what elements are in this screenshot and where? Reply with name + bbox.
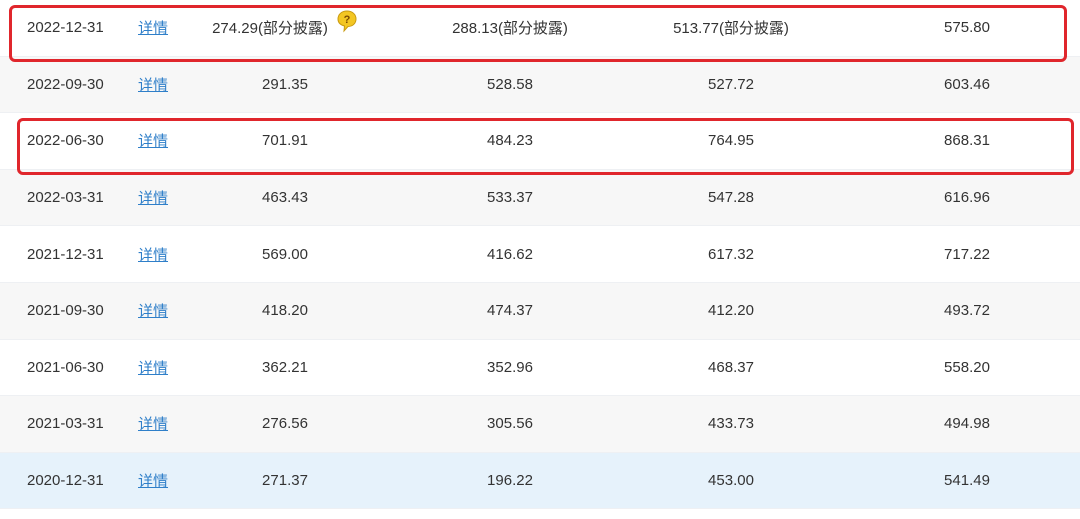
value-cell: 558.20	[944, 358, 990, 376]
value-cell: 484.23	[487, 132, 533, 150]
value-cell: 701.91	[262, 132, 308, 150]
details-link[interactable]: 详情	[138, 74, 168, 95]
svg-text:?: ?	[344, 14, 351, 26]
value-cell: 288.13(部分披露)	[452, 20, 568, 38]
value-cell: 717.22	[944, 245, 990, 263]
value-cell: 616.96	[944, 189, 990, 207]
value-cell: 291.35	[262, 75, 308, 93]
value-cell: 528.58	[487, 75, 533, 93]
value-cell: 533.37	[487, 189, 533, 207]
value-cell: 463.43	[262, 189, 308, 207]
table-row: 2021-03-31 详情 276.56 305.56 433.73 494.9…	[0, 396, 1080, 453]
table-row: 2022-06-30 详情 701.91 484.23 764.95 868.3…	[0, 113, 1080, 170]
value-cell: 575.80	[944, 19, 990, 37]
table-row: 2021-06-30 详情 362.21 352.96 468.37 558.2…	[0, 340, 1080, 397]
value-cell: 418.20	[262, 302, 308, 320]
value-cell: 617.32	[708, 245, 754, 263]
date-cell: 2022-03-31	[27, 189, 104, 207]
table-row: 2022-09-30 详情 291.35 528.58 527.72 603.4…	[0, 56, 1080, 114]
value-cell: 513.77(部分披露)	[673, 20, 789, 38]
value-cell: 276.56	[262, 415, 308, 433]
details-link[interactable]: 详情	[138, 187, 168, 208]
details-link[interactable]: 详情	[138, 300, 168, 321]
value-cell: 474.37	[487, 302, 533, 320]
value-cell: 764.95	[708, 132, 754, 150]
value-cell: 305.56	[487, 415, 533, 433]
date-cell: 2022-09-30	[27, 75, 104, 93]
data-table: 2022-12-31 详情 274.29(部分披露) ? 288.13(部分披露…	[0, 0, 1080, 510]
table-row: 2022-12-31 详情 274.29(部分披露) ? 288.13(部分披露…	[0, 0, 1080, 57]
table-row: 2021-12-31 详情 569.00 416.62 617.32 717.2…	[0, 226, 1080, 283]
value-cell: 196.22	[487, 472, 533, 490]
value-cell: 541.49	[944, 472, 990, 490]
table-row: 2022-03-31 详情 463.43 533.37 547.28 616.9…	[0, 169, 1080, 227]
details-link[interactable]: 详情	[138, 244, 168, 265]
help-icon[interactable]: ?	[336, 9, 358, 37]
value-cell: 274.29(部分披露) ?	[190, 0, 380, 56]
details-link[interactable]: 详情	[138, 17, 168, 38]
value-cell: 271.37	[262, 472, 308, 490]
value-text: 274.29(部分披露)	[212, 20, 328, 38]
value-cell: 416.62	[487, 245, 533, 263]
value-cell: 493.72	[944, 302, 990, 320]
date-cell: 2022-06-30	[27, 132, 104, 150]
details-link[interactable]: 详情	[138, 357, 168, 378]
date-cell: 2020-12-31	[27, 472, 104, 490]
table-row-selected: 2020-12-31 详情 271.37 196.22 453.00 541.4…	[0, 452, 1080, 510]
table-row: 2021-09-30 详情 418.20 474.37 412.20 493.7…	[0, 282, 1080, 340]
value-cell: 547.28	[708, 189, 754, 207]
date-cell: 2021-06-30	[27, 358, 104, 376]
value-cell: 352.96	[487, 358, 533, 376]
value-cell: 468.37	[708, 358, 754, 376]
value-cell: 362.21	[262, 358, 308, 376]
value-cell: 412.20	[708, 302, 754, 320]
date-cell: 2021-09-30	[27, 302, 104, 320]
value-cell: 868.31	[944, 132, 990, 150]
value-cell: 527.72	[708, 75, 754, 93]
details-link[interactable]: 详情	[138, 470, 168, 491]
value-cell: 603.46	[944, 75, 990, 93]
details-link[interactable]: 详情	[138, 413, 168, 434]
value-cell: 569.00	[262, 245, 308, 263]
details-link[interactable]: 详情	[138, 130, 168, 151]
date-cell: 2021-03-31	[27, 415, 104, 433]
value-cell: 494.98	[944, 415, 990, 433]
date-cell: 2022-12-31	[27, 19, 104, 37]
value-cell: 433.73	[708, 415, 754, 433]
value-cell: 453.00	[708, 472, 754, 490]
date-cell: 2021-12-31	[27, 245, 104, 263]
